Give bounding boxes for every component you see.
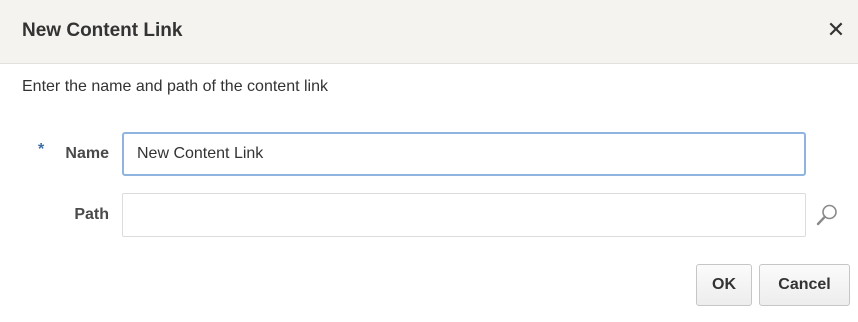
cancel-button[interactable]: Cancel	[759, 264, 850, 306]
required-marker: *	[38, 141, 45, 158]
new-content-link-dialog: New Content Link ✕ Enter the name and pa…	[0, 0, 858, 322]
name-input[interactable]	[122, 132, 806, 176]
close-icon[interactable]: ✕	[824, 17, 848, 43]
dialog-titlebar: New Content Link ✕	[0, 0, 858, 64]
ok-button[interactable]: OK	[696, 264, 752, 306]
path-label: Path	[74, 206, 109, 223]
instruction-text: Enter the name and path of the content l…	[22, 78, 328, 95]
path-input[interactable]	[122, 193, 806, 237]
name-label: Name	[65, 145, 109, 162]
dialog-title: New Content Link	[22, 20, 183, 41]
search-icon[interactable]	[813, 201, 841, 229]
